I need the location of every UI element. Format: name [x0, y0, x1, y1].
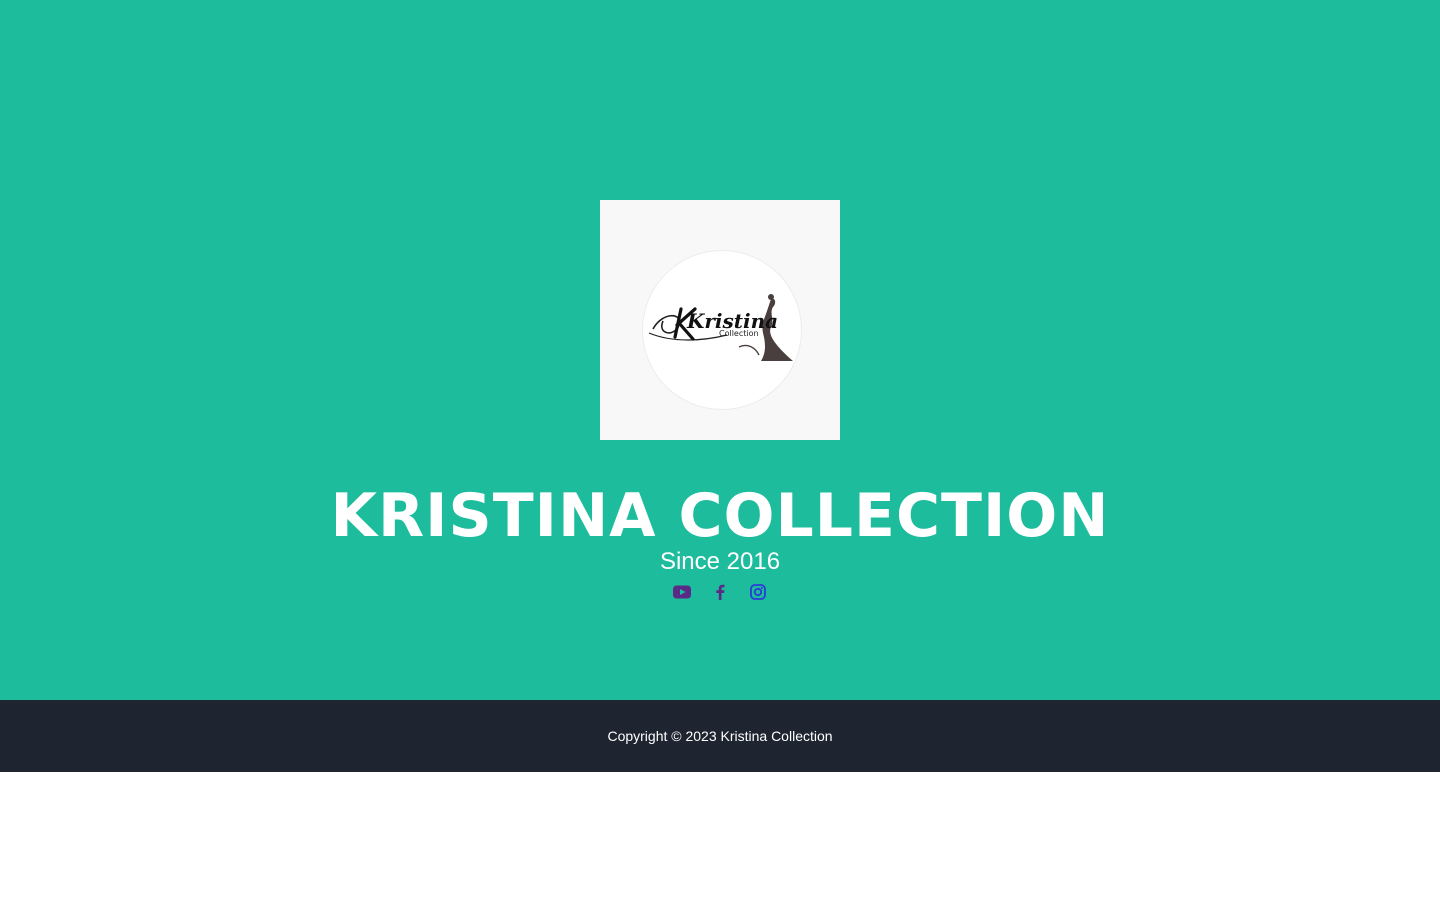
logo-circle: Kristina Collection — [643, 251, 801, 409]
social-links — [0, 580, 1440, 604]
hero-section: Kristina Collection KRISTINA COLLECTION … — [0, 0, 1440, 700]
youtube-icon — [673, 585, 691, 599]
facebook-link[interactable] — [711, 581, 729, 603]
footer: Copyright © 2023 Kristina Collection — [0, 700, 1440, 772]
instagram-icon — [750, 584, 766, 600]
copyright-text: Copyright © 2023 Kristina Collection — [607, 728, 833, 744]
facebook-icon — [716, 584, 725, 600]
site-tagline: Since 2016 — [659, 548, 781, 575]
logo-image: Kristina Collection — [600, 200, 840, 440]
youtube-link[interactable] — [673, 581, 691, 603]
site-title: KRISTINA COLLECTION — [330, 481, 1110, 551]
logo-sub-text: Collection — [719, 329, 759, 338]
instagram-link[interactable] — [749, 581, 767, 603]
